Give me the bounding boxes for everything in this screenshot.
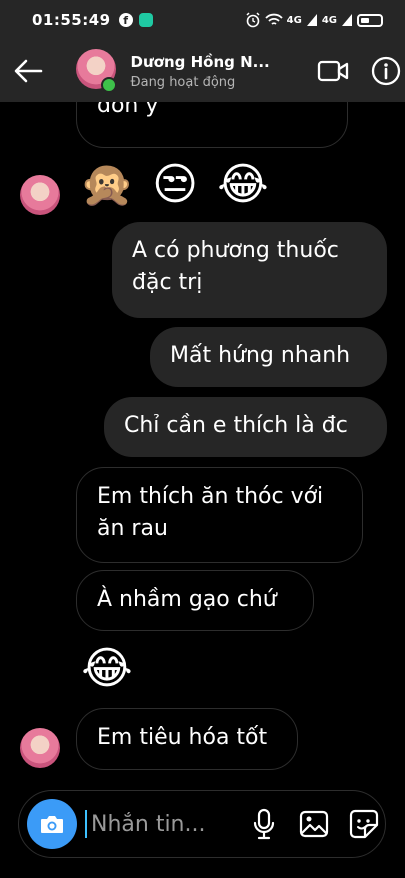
message-text: Mất hứng nhanh — [170, 343, 351, 368]
tears-of-joy-emoji: 😂 — [217, 158, 269, 210]
message-text: A có phương thuốc đặc trị — [132, 238, 339, 295]
message-composer — [18, 790, 386, 858]
contact-avatar[interactable] — [75, 49, 117, 93]
image-icon — [299, 810, 329, 838]
message-text: Em thích ăn thóc với ăn rau — [97, 484, 324, 541]
sender-avatar[interactable] — [20, 728, 60, 768]
contact-name: Dương Hồng N... — [130, 52, 270, 71]
emoji-message[interactable]: 🙊 😒 😂 — [78, 158, 272, 211]
back-arrow-icon — [14, 59, 43, 83]
emoji-message[interactable]: 😂 — [78, 642, 136, 694]
message-bubble-sent[interactable]: Chỉ cần e thích là đc — [104, 397, 387, 457]
alarm-icon — [246, 12, 260, 28]
message-bubble-received[interactable]: À nhầm gạo chứ — [76, 570, 314, 631]
back-button[interactable] — [0, 40, 56, 102]
sender-avatar[interactable] — [20, 175, 60, 215]
message-bubble-received[interactable]: đòn ý — [76, 102, 348, 148]
unamused-face-emoji: 😒 — [152, 158, 198, 210]
status-time: 01:55:49 — [32, 11, 111, 29]
contact-status: Đang hoạt động — [130, 74, 236, 90]
info-icon — [372, 56, 401, 86]
message-list[interactable]: đòn ý 🙊 😒 😂 A có phương thuốc đặc trị Mấ… — [0, 102, 405, 778]
gallery-button[interactable] — [295, 805, 333, 843]
video-call-icon — [318, 60, 349, 82]
sticker-button[interactable] — [345, 805, 383, 843]
online-indicator — [100, 77, 117, 93]
message-input[interactable] — [89, 810, 233, 838]
message-bubble-sent[interactable]: Mất hứng nhanh — [150, 327, 387, 387]
video-call-button[interactable] — [315, 51, 352, 91]
message-text: À nhầm gạo chứ — [97, 587, 277, 612]
info-button[interactable] — [368, 51, 405, 91]
see-no-evil-monkey-emoji: 🙊 — [79, 159, 135, 210]
text-cursor — [85, 810, 87, 838]
network-label-1: 4G — [286, 14, 302, 26]
message-bubble-received[interactable]: Em thích ăn thóc với ăn rau — [76, 467, 363, 563]
contact-title[interactable]: Dương Hồng N... Đang hoạt động — [131, 53, 270, 90]
microphone-icon — [253, 808, 275, 840]
sticker-icon — [349, 809, 379, 839]
wifi-icon — [265, 13, 283, 25]
status-indicators: 4G 4G — [245, 12, 383, 28]
message-text: Em tiêu hóa tốt — [97, 725, 268, 750]
message-text: đòn ý — [97, 102, 159, 118]
signal-icon-2 — [342, 14, 352, 26]
tears-of-joy-emoji: 😂 — [81, 642, 133, 694]
facebook-notification-icon: f — [118, 13, 133, 27]
camera-button[interactable] — [27, 799, 77, 849]
signal-icon-1 — [306, 14, 317, 26]
message-text: Chỉ cần e thích là đc — [124, 413, 348, 438]
message-bubble-sent[interactable]: A có phương thuốc đặc trị — [112, 222, 387, 318]
messenger-notification-icon — [138, 13, 153, 27]
network-label-2: 4G — [321, 14, 337, 26]
status-bar: 01:55:49 f 4G 4G — [0, 0, 405, 40]
camera-icon — [41, 816, 63, 833]
battery-icon — [357, 13, 383, 27]
message-bubble-received[interactable]: Em tiêu hóa tốt — [76, 708, 298, 770]
voice-message-button[interactable] — [245, 805, 283, 843]
chat-header: Dương Hồng N... Đang hoạt động — [0, 40, 405, 102]
